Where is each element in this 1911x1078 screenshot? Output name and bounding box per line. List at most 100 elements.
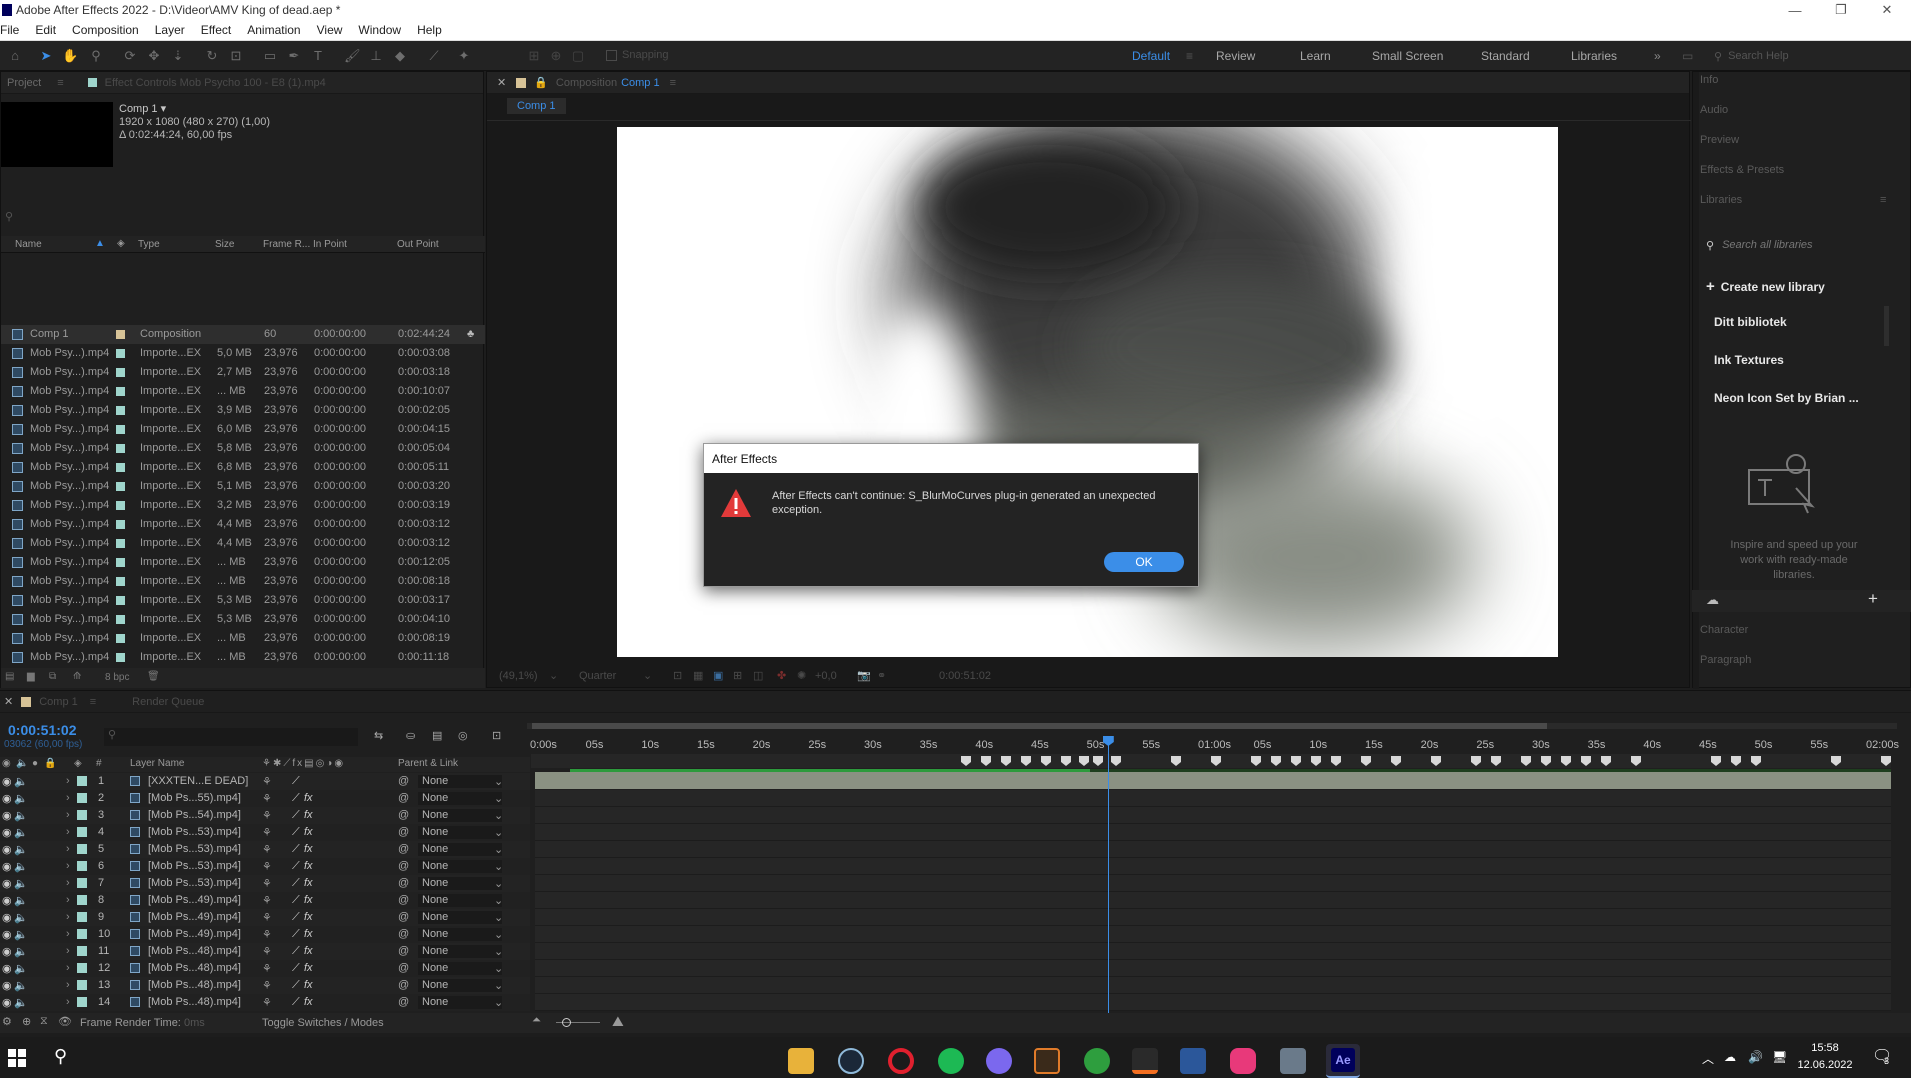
work-area-bar[interactable] (527, 723, 1897, 729)
eye-icon[interactable]: ◉ (2, 843, 12, 856)
eye-icon[interactable]: ◉ (2, 809, 12, 822)
fx-icon[interactable]: fx (304, 979, 313, 991)
workspace-overflow-icon[interactable]: » (1654, 49, 1661, 63)
library-scrollbar[interactable] (1884, 306, 1889, 346)
layer-track[interactable] (535, 926, 1891, 943)
workspace-libraries[interactable]: Libraries (1571, 49, 1617, 63)
label-swatch[interactable] (116, 596, 125, 605)
expand-arrow-icon[interactable]: › (66, 860, 70, 872)
pan-tool-icon[interactable]: ✥ (146, 48, 162, 64)
expand-arrow-icon[interactable]: › (66, 911, 70, 923)
composition-marker[interactable] (1361, 756, 1371, 766)
layer-track[interactable] (535, 977, 1891, 994)
project-item[interactable]: Mob Psy...).mp4 Importe...EX 3,2 MB 23,976 0… (1, 496, 485, 515)
layer-row[interactable]: ◉ 🔈 › 11 [Mob Ps...48).mp4] ⚘ ⟋ fx @ None ⌄ (0, 943, 530, 960)
col-out-point[interactable]: Out Point (397, 239, 439, 250)
viewer-timecode[interactable]: 0:00:51:02 (939, 670, 991, 682)
expand-arrow-icon[interactable]: › (66, 843, 70, 855)
audio-icon[interactable]: 🔈 (14, 826, 28, 839)
comp-name-label[interactable]: Comp 1 ▾ (119, 102, 166, 115)
label-swatch[interactable] (116, 349, 125, 358)
audio-icon[interactable]: 🔈 (14, 860, 28, 873)
composition-marker[interactable] (1311, 756, 1321, 766)
col-size[interactable]: Size (215, 239, 234, 250)
tab-timeline-comp[interactable]: Comp 1 (39, 696, 78, 708)
quality-icon[interactable]: ⟋ (292, 775, 300, 788)
quality-icon[interactable]: ⟋ (292, 928, 300, 941)
layer-track[interactable] (535, 824, 1891, 841)
utorrent-icon[interactable] (1084, 1048, 1110, 1074)
expand-arrow-icon[interactable]: › (66, 826, 70, 838)
panel-menu-icon[interactable]: ≡ (1880, 194, 1886, 206)
pickwhip-icon[interactable]: @ (398, 877, 409, 889)
label-swatch[interactable] (116, 615, 125, 624)
shy-icon[interactable]: ⚘ (262, 860, 272, 873)
layer-track[interactable] (535, 875, 1891, 892)
zoom-tool-icon[interactable]: ⚲ (88, 48, 104, 64)
parent-dropdown[interactable]: None (418, 826, 502, 839)
audio-icon[interactable]: 🔈 (14, 962, 28, 975)
project-item[interactable]: Mob Psy...).mp4 Importe...EX 5,8 MB 23,976 0… (1, 439, 485, 458)
pickwhip-icon[interactable]: @ (398, 860, 409, 872)
volume-icon[interactable]: 🔊 (1748, 1050, 1763, 1064)
composition-marker[interactable] (1093, 756, 1103, 766)
panel-menu-icon[interactable]: ≡ (90, 696, 96, 708)
layer-row[interactable]: ◉ 🔈 › 8 [Mob Ps...49).mp4] ⚘ ⟋ fx @ None ⌄ (0, 892, 530, 909)
motion-blur-icon[interactable]: ◎ (458, 729, 468, 742)
layer-name[interactable]: [Mob Ps...48).mp4] (148, 945, 241, 957)
pickwhip-icon[interactable]: @ (398, 996, 409, 1008)
flowchart-icon[interactable]: ⟰ (73, 671, 81, 682)
menu-layer[interactable]: Layer (147, 23, 193, 37)
lock-icon[interactable]: 🔒 (534, 76, 548, 89)
interpret-footage-icon[interactable]: ▤ (5, 671, 14, 682)
layer-row[interactable]: ◉ 🔈 › 13 [Mob Ps...48).mp4] ⚘ ⟋ fx @ None ⌄ (0, 977, 530, 994)
axis-local-icon[interactable]: ⊞ (526, 48, 542, 64)
exposure-icon[interactable]: ✺ (797, 669, 806, 682)
eye-icon[interactable]: ◉ (2, 928, 12, 941)
workspace-default[interactable]: Default (1132, 49, 1170, 63)
composition-marker[interactable] (1751, 756, 1761, 766)
label-swatch[interactable] (116, 520, 125, 529)
fx-icon[interactable]: fx (304, 928, 313, 940)
label-swatch[interactable] (116, 482, 125, 491)
fx-icon[interactable]: fx (304, 877, 313, 889)
composition-marker[interactable] (1331, 756, 1341, 766)
puppet-tool-icon[interactable]: ✦ (456, 48, 472, 64)
clock-date[interactable]: 12.06.2022 (1794, 1059, 1856, 1071)
composition-marker[interactable] (1211, 756, 1221, 766)
type-tool-icon[interactable]: T (310, 48, 326, 64)
label-swatch[interactable] (116, 558, 125, 567)
quality-icon[interactable]: ⟋ (292, 911, 300, 924)
shy-icon[interactable]: ⚘ (262, 809, 272, 822)
parent-dropdown[interactable]: None (418, 843, 502, 856)
composition-marker[interactable] (1291, 756, 1301, 766)
workspace-review[interactable]: Review (1216, 49, 1255, 63)
parent-dropdown[interactable]: None (418, 809, 502, 822)
tray-chevron-icon[interactable]: ︿ (1702, 1050, 1714, 1067)
label-swatch[interactable] (116, 368, 125, 377)
parent-dropdown[interactable]: None (418, 945, 502, 958)
after-effects-taskbar-item[interactable]: Ae (1326, 1044, 1360, 1078)
label-swatch[interactable] (116, 444, 125, 453)
clock-time[interactable]: 15:58 (1800, 1042, 1850, 1054)
fx-icon[interactable]: fx (304, 911, 313, 923)
layer-name[interactable]: [Mob Ps...53).mp4] (148, 877, 241, 889)
audio-icon[interactable]: 🔈 (14, 928, 28, 941)
project-item[interactable]: Mob Psy...).mp4 Importe...EX ... MB 23,976 0… (1, 553, 485, 572)
quality-icon[interactable]: ⟋ (292, 843, 300, 856)
eye-icon[interactable]: ◉ (2, 826, 12, 839)
label-swatch[interactable] (77, 980, 87, 990)
project-item[interactable]: Mob Psy...).mp4 Importe...EX 4,4 MB 23,976 0… (1, 515, 485, 534)
new-folder-icon[interactable]: ▆ (27, 671, 35, 682)
composition-marker[interactable] (1521, 756, 1531, 766)
zoom-slider-thumb[interactable] (562, 1018, 571, 1027)
zoom-dropdown[interactable]: (49,1%) (499, 670, 538, 682)
layer-track[interactable] (535, 943, 1891, 960)
label-swatch[interactable] (116, 577, 125, 586)
workspace-standard[interactable]: Standard (1481, 49, 1530, 63)
menu-animation[interactable]: Animation (239, 23, 308, 37)
audio-icon[interactable]: 🔈 (14, 894, 28, 907)
layer-row[interactable]: ◉ 🔈 › 10 [Mob Ps...49).mp4] ⚘ ⟋ fx @ None ⌄ (0, 926, 530, 943)
file-explorer-icon[interactable] (788, 1048, 814, 1074)
label-swatch[interactable] (116, 330, 125, 339)
